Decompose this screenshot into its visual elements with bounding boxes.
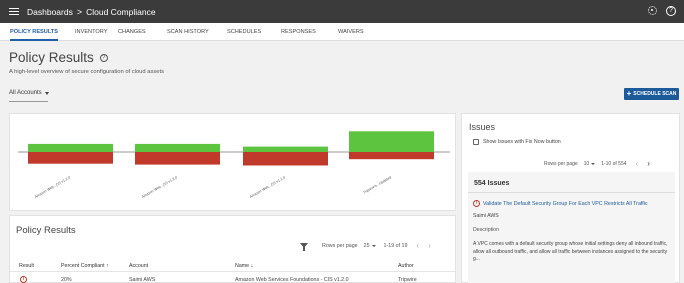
chevron-right-icon: > — [76, 6, 83, 17]
tab-waivers[interactable]: WAIVERS — [338, 23, 364, 41]
cell-account: Saimi AWS — [129, 277, 156, 283]
help-circle-icon[interactable]: ? — [99, 53, 108, 62]
rows-per-page-label: Rows per page — [544, 160, 578, 167]
policy-results-title: Policy Results — [16, 225, 76, 236]
issue-title-link[interactable]: Validate The Default Security Group For … — [483, 201, 648, 207]
fail-bar-1[interactable] — [28, 152, 113, 164]
rows-per-page-select[interactable]: 25 — [364, 243, 376, 249]
app-bar: Dashboards > Cloud Compliance ? — [0, 0, 684, 23]
dropdown-underline — [9, 101, 48, 102]
cell-name[interactable]: Amazon Web Services Foundations - CIS v1… — [235, 277, 349, 283]
page-subtitle: A high-level overview of secure configur… — [9, 69, 164, 75]
prev-page-icon[interactable]: ‹ — [636, 159, 639, 168]
issues-list: 554 Issues ! Validate The Default Securi… — [468, 172, 675, 283]
alert-circle-icon: ! — [20, 276, 27, 283]
tab-policy-results[interactable]: POLICY RESULTS — [10, 23, 58, 41]
issue-description-label: Description — [473, 227, 499, 233]
pagination-range: 1-19 of 19 — [383, 242, 408, 249]
tab-responses[interactable]: RESPONSES — [281, 23, 316, 41]
pagination-range: 1-10 of 554 — [601, 160, 627, 167]
divider — [10, 271, 455, 272]
column-account[interactable]: Account — [129, 263, 148, 269]
fix-now-filter[interactable]: Show Issues with Fix Now button — [473, 139, 561, 145]
caret-down-icon — [371, 244, 376, 247]
rows-per-page-value: 10 — [583, 160, 590, 167]
column-percent-compliant[interactable]: Percent Compliant ↑ — [61, 263, 109, 269]
fail-bar-3[interactable] — [243, 152, 328, 166]
column-result[interactable]: Result — [19, 263, 34, 269]
next-page-icon[interactable]: › — [647, 159, 650, 168]
sort-up-icon: ↑ — [106, 263, 109, 269]
issue-account: Saimi AWS — [473, 213, 499, 219]
column-author[interactable]: Author — [398, 263, 414, 269]
compliance-chart-card: Amazon Web...OS v1.2.0 Amazon Web...OS v1… — [9, 113, 456, 211]
policy-results-card: Policy Results Rows per page 25 1-19 of … — [9, 215, 456, 283]
table-toolbar: Rows per page 25 1-19 of 19 ‹ › — [300, 241, 431, 251]
divider — [468, 192, 675, 193]
sort-down-icon: ↓ — [250, 263, 254, 269]
breadcrumb-dashboards[interactable]: Dashboards — [27, 7, 73, 17]
schedule-scan-button[interactable]: + SCHEDULE SCAN — [624, 88, 679, 100]
caret-down-icon — [591, 162, 596, 165]
fix-now-label: Show Issues with Fix Now button — [483, 139, 561, 145]
breadcrumb-current: Cloud Compliance — [86, 6, 156, 17]
tab-schedules[interactable]: SCHEDULES — [227, 23, 261, 41]
cell-percent: 20% — [61, 277, 72, 283]
fail-bar-4[interactable] — [349, 152, 434, 160]
cell-author: Tripwire — [398, 277, 417, 283]
fail-bar-2[interactable] — [135, 152, 220, 165]
category-tick-label: Tripwire's...Updated — [363, 175, 392, 194]
column-percent-label: Percent Compliant — [61, 263, 105, 269]
pass-bar-4[interactable] — [349, 131, 434, 152]
filter-icon[interactable] — [300, 243, 308, 251]
prev-page-icon[interactable]: ‹ — [416, 241, 419, 250]
issue-description: A VPC comes with a default security grou… — [473, 241, 668, 263]
issues-panel: Issues Show Issues with Fix Now button R… — [461, 113, 680, 283]
category-tick-label: Amazon Web...OS v1.2.0 — [141, 175, 178, 199]
gear-icon[interactable] — [648, 6, 657, 15]
tab-bar: POLICY RESULTS INVENTORY CHANGES SCAN HISTO… — [0, 23, 684, 41]
tab-scan-history[interactable]: SCAN HISTORY — [167, 23, 209, 41]
help-icon[interactable]: ? — [666, 6, 676, 16]
pass-bar-3[interactable] — [243, 146, 328, 152]
issues-count: 554 Issues — [474, 180, 510, 187]
compliance-chart: Amazon Web...OS v1.2.0 Amazon Web...OS v1… — [18, 131, 450, 199]
issues-rows-per-page-select[interactable]: 10 — [584, 161, 596, 167]
tab-changes[interactable]: CHANGES — [118, 23, 146, 41]
page-title-text: Policy Results — [9, 50, 94, 65]
schedule-scan-label: SCHEDULE SCAN — [633, 91, 677, 97]
rows-per-page-label: Rows per page — [322, 242, 358, 249]
issues-pagination: Rows per page 10 1-10 of 554 ‹ › — [544, 159, 650, 168]
alert-circle-icon: ! — [473, 200, 480, 207]
category-tick-label: Amazon Web...OS v1.2.0 — [34, 175, 71, 199]
menu-icon[interactable] — [9, 7, 19, 16]
breadcrumb: Dashboards > Cloud Compliance — [27, 7, 156, 17]
tab-inventory[interactable]: INVENTORY — [75, 23, 107, 41]
fix-now-checkbox[interactable] — [473, 139, 479, 145]
account-filter-value: All Accounts — [9, 90, 42, 96]
page-title: Policy Results ? — [9, 50, 108, 65]
pass-bar-2[interactable] — [135, 143, 220, 152]
pass-bar-1[interactable] — [28, 143, 113, 152]
rows-per-page-value: 25 — [363, 242, 370, 249]
issues-title: Issues — [469, 122, 496, 132]
account-filter-dropdown[interactable]: All Accounts — [9, 90, 49, 96]
caret-down-icon — [44, 91, 49, 95]
issue-item[interactable]: ! Validate The Default Security Group Fo… — [473, 200, 648, 207]
next-page-icon[interactable]: › — [428, 241, 431, 250]
column-name-label: Name — [235, 263, 250, 269]
category-tick-label: Amazon Web...OS v1.2.0 — [249, 175, 286, 199]
plus-icon: + — [626, 89, 632, 98]
column-name[interactable]: Name ↓ — [235, 263, 253, 269]
